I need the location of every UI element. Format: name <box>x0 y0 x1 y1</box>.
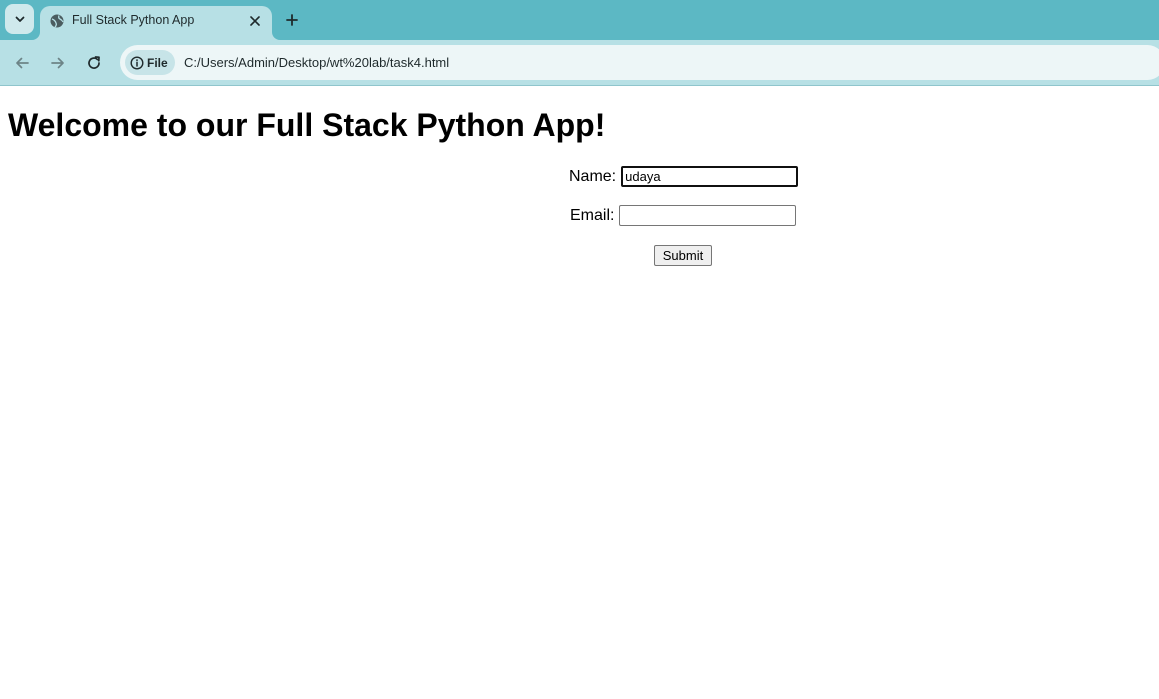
page-heading: Welcome to our Full Stack Python App! <box>8 107 606 143</box>
back-button[interactable] <box>10 51 34 75</box>
forward-button[interactable] <box>46 51 70 75</box>
name-input[interactable] <box>621 166 799 187</box>
chevron-down-icon <box>15 16 24 22</box>
tab-strip: Full Stack Python App <box>0 0 1159 40</box>
tab-close-button[interactable] <box>246 12 264 30</box>
submit-button[interactable]: Submit <box>654 245 712 266</box>
tab-search-button[interactable] <box>5 4 34 34</box>
browser-toolbar: File C:/Users/Admin/Desktop/wt%20lab/tas… <box>0 40 1159 86</box>
tab-title: Full Stack Python App <box>72 13 195 27</box>
url-text[interactable]: C:/Users/Admin/Desktop/wt%20lab/task4.ht… <box>184 55 449 70</box>
close-icon <box>250 16 260 26</box>
site-chip-label: File <box>147 55 168 70</box>
name-label: Name: <box>569 167 617 185</box>
info-icon <box>130 55 144 70</box>
new-tab-button[interactable] <box>281 9 303 31</box>
address-bar[interactable]: File C:/Users/Admin/Desktop/wt%20lab/tas… <box>120 45 1159 80</box>
name-row: Name: <box>569 166 799 187</box>
email-label: Email: <box>570 206 615 224</box>
reload-icon <box>88 56 100 69</box>
site-info-chip[interactable]: File <box>125 50 175 75</box>
reload-button[interactable] <box>82 51 106 75</box>
email-input[interactable] <box>619 205 797 226</box>
globe-icon <box>50 14 64 28</box>
email-row: Email: <box>570 205 797 226</box>
plus-icon <box>286 14 298 26</box>
forward-arrow-icon <box>51 57 64 69</box>
back-arrow-icon <box>16 57 29 69</box>
browser-tab[interactable]: Full Stack Python App <box>40 6 272 40</box>
